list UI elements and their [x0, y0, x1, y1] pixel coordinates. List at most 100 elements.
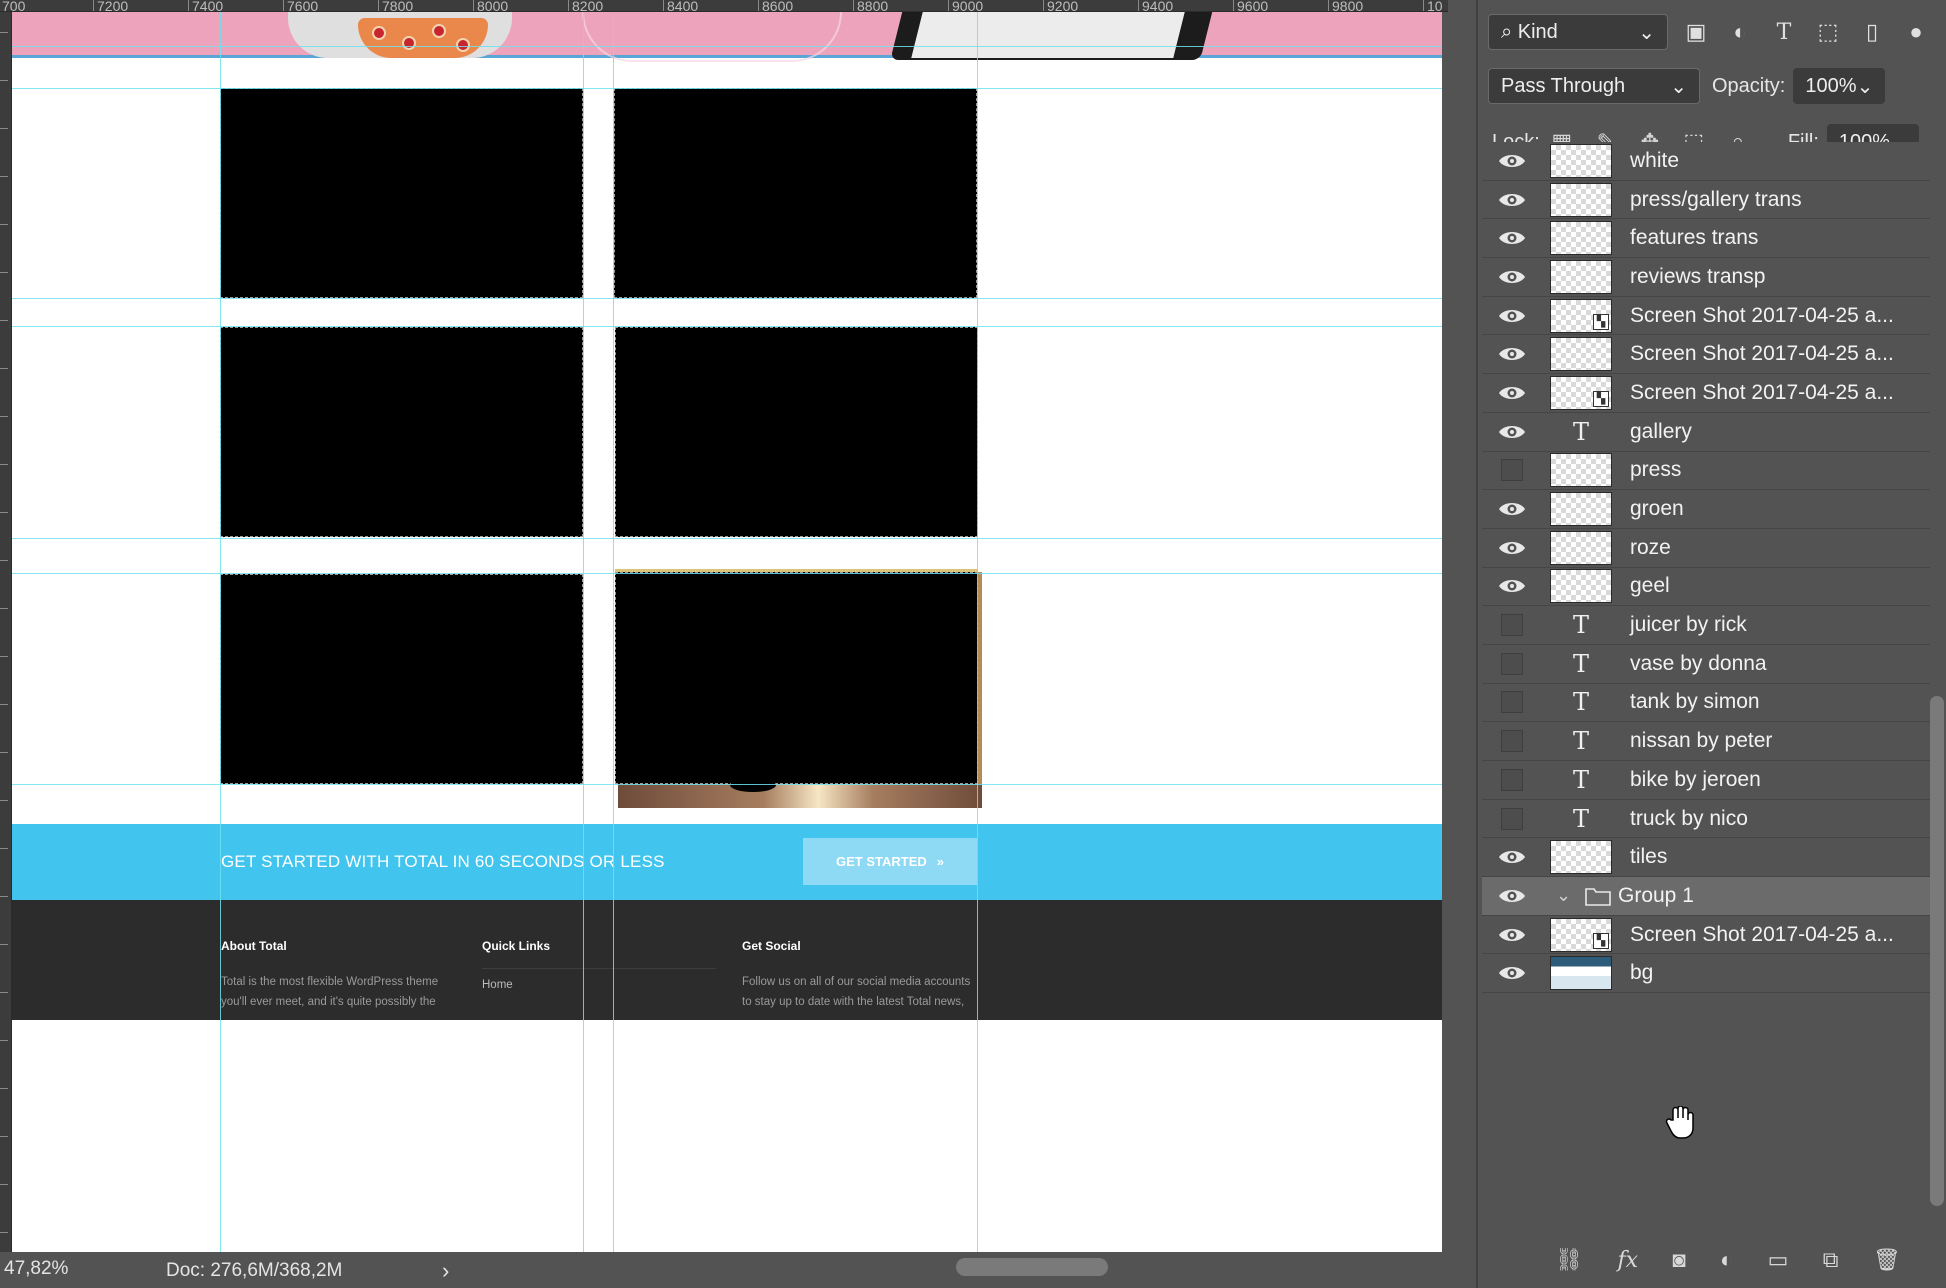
layer-name[interactable]: Screen Shot 2017-04-25 a...	[1630, 381, 1894, 405]
layer-row[interactable]: ▚ Screen Shot 2017-04-25 a...	[1482, 296, 1930, 336]
filter-toggle-icon[interactable]: ●	[1894, 14, 1938, 50]
layer-name[interactable]: vase by donna	[1630, 652, 1767, 676]
chevron-down-icon[interactable]: ⌄	[1556, 885, 1578, 906]
layer-name[interactable]: white	[1630, 149, 1679, 173]
visibility-eye-icon[interactable]	[1482, 838, 1542, 876]
visibility-toggle-off[interactable]	[1482, 722, 1542, 760]
layer-name[interactable]: roze	[1630, 536, 1671, 560]
visibility-toggle-off[interactable]	[1482, 761, 1542, 799]
layer-name[interactable]: truck by nico	[1630, 807, 1748, 831]
layer-row[interactable]: Ttruck by nico	[1482, 799, 1930, 839]
visibility-eye-icon[interactable]	[1482, 877, 1542, 915]
gallery-tile-selected[interactable]	[615, 572, 978, 784]
layer-row[interactable]: ▚ Screen Shot 2017-04-25 a...	[1482, 374, 1930, 413]
layer-name[interactable]: Screen Shot 2017-04-25 a...	[1630, 304, 1894, 328]
layer-row[interactable]: Tbike by jeroen	[1482, 761, 1930, 800]
document-canvas[interactable]: GET STARTED WITH TOTAL IN 60 SECONDS OR …	[12, 12, 1442, 1252]
layer-name[interactable]: Screen Shot 2017-04-25 a...	[1630, 342, 1894, 366]
layer-row[interactable]: Screen Shot 2017-04-25 a...	[1482, 335, 1930, 375]
visibility-toggle-off[interactable]	[1482, 645, 1542, 683]
visibility-eye-icon[interactable]	[1482, 258, 1542, 296]
layer-name[interactable]: press/gallery trans	[1630, 188, 1802, 212]
get-started-button[interactable]: GET STARTED »	[803, 838, 977, 885]
blend-mode-dropdown[interactable]: Pass Through ⌄	[1488, 68, 1700, 104]
gallery-tile[interactable]	[220, 327, 583, 537]
smart-object-filter-icon[interactable]: ▯	[1850, 14, 1894, 50]
new-group-icon[interactable]: ▭	[1768, 1247, 1789, 1273]
layer-row[interactable]: tiles	[1482, 838, 1930, 878]
canvas-area[interactable]: 700 7200 7400 7600 7800 8000 8200 8400 8600 8800 9…	[0, 0, 1448, 1288]
trash-icon[interactable]: 🗑︎	[1873, 1247, 1901, 1273]
footer-link-home[interactable]: Home	[482, 968, 716, 995]
layer-row[interactable]: Tgallery	[1482, 412, 1930, 452]
layer-name[interactable]: juicer by rick	[1630, 613, 1747, 637]
layer-row[interactable]: ▚ Screen Shot 2017-04-25 a...	[1482, 915, 1930, 955]
horizontal-scrollbar[interactable]	[956, 1258, 1108, 1276]
shape-layer-filter-icon[interactable]: ⬚	[1806, 14, 1850, 50]
visibility-eye-icon[interactable]	[1482, 490, 1542, 528]
layer-name[interactable]: bg	[1630, 961, 1653, 985]
layer-row[interactable]: Tvase by donna	[1482, 644, 1930, 684]
layer-row[interactable]: Ttank by simon	[1482, 683, 1930, 723]
visibility-eye-icon[interactable]	[1482, 374, 1542, 412]
layer-row[interactable]: bg	[1482, 954, 1930, 994]
layer-name[interactable]: groen	[1630, 497, 1684, 521]
visibility-eye-icon[interactable]	[1482, 181, 1542, 219]
layer-row[interactable]: features trans	[1482, 219, 1930, 259]
add-mask-icon[interactable]: ◙	[1672, 1247, 1685, 1273]
layer-name[interactable]: tiles	[1630, 845, 1667, 869]
adjustment-layer-filter-icon[interactable]: ◐	[1718, 14, 1762, 50]
visibility-eye-icon[interactable]	[1482, 335, 1542, 373]
layer-name[interactable]: press	[1630, 458, 1681, 482]
layer-name[interactable]: bike by jeroen	[1630, 768, 1761, 792]
visibility-toggle-off[interactable]	[1482, 800, 1542, 838]
layer-row[interactable]: reviews transp	[1482, 258, 1930, 297]
layer-name[interactable]: Group 1	[1618, 884, 1694, 908]
layer-row[interactable]: geel	[1482, 567, 1930, 607]
gallery-tile[interactable]	[220, 88, 583, 298]
visibility-eye-icon[interactable]	[1482, 954, 1542, 992]
status-menu-arrow-icon[interactable]: ›	[442, 1258, 449, 1284]
layer-name[interactable]: Screen Shot 2017-04-25 a...	[1630, 923, 1894, 947]
visibility-toggle-off[interactable]	[1482, 683, 1542, 721]
visibility-toggle-off[interactable]	[1482, 451, 1542, 489]
zoom-level[interactable]: 47,82%	[4, 1258, 68, 1280]
layer-name[interactable]: nissan by peter	[1630, 729, 1772, 753]
filter-kind-dropdown[interactable]: ⌕ Kind ⌄	[1488, 14, 1668, 50]
horizontal-ruler[interactable]: 700 7200 7400 7600 7800 8000 8200 8400 8600 8800 9…	[0, 0, 1448, 12]
pixel-layer-filter-icon[interactable]: ▣	[1674, 14, 1718, 50]
visibility-eye-icon[interactable]	[1482, 529, 1542, 567]
vertical-ruler[interactable]	[0, 12, 12, 1252]
visibility-toggle-off[interactable]	[1482, 606, 1542, 644]
layer-list[interactable]: white press/gallery trans features trans re…	[1482, 142, 1930, 994]
adjustment-layer-icon[interactable]: ◐	[1720, 1247, 1733, 1273]
visibility-eye-icon[interactable]	[1482, 916, 1542, 954]
visibility-eye-icon[interactable]	[1482, 219, 1542, 257]
layer-name[interactable]: reviews transp	[1630, 265, 1765, 289]
type-layer-filter-icon[interactable]: T	[1762, 14, 1806, 50]
layer-row[interactable]: press	[1482, 451, 1930, 491]
layer-row[interactable]: Tnissan by peter	[1482, 722, 1930, 761]
layer-group-row[interactable]: ⌄ Group 1	[1482, 877, 1930, 916]
opacity-field[interactable]: 100% ⌄	[1793, 68, 1886, 104]
gallery-tile[interactable]	[220, 574, 583, 784]
layer-row[interactable]: roze	[1482, 528, 1930, 568]
layer-name[interactable]: geel	[1630, 574, 1670, 598]
layer-row[interactable]: white	[1482, 142, 1930, 181]
link-layers-icon[interactable]: ⛓	[1555, 1247, 1583, 1273]
new-layer-icon[interactable]: ⧉	[1823, 1247, 1839, 1273]
layer-row[interactable]: press/gallery trans	[1482, 180, 1930, 220]
gallery-tile[interactable]	[614, 88, 977, 298]
gallery-tile[interactable]	[615, 327, 978, 537]
layer-row[interactable]: groen	[1482, 490, 1930, 529]
visibility-eye-icon[interactable]	[1482, 297, 1542, 335]
visibility-eye-icon[interactable]	[1482, 413, 1542, 451]
layer-row[interactable]: Tjuicer by rick	[1482, 606, 1930, 645]
layer-name[interactable]: tank by simon	[1630, 690, 1760, 714]
layers-scrollbar[interactable]	[1930, 696, 1944, 1206]
visibility-eye-icon[interactable]	[1482, 567, 1542, 605]
layer-name[interactable]: gallery	[1630, 420, 1692, 444]
visibility-eye-icon[interactable]	[1482, 142, 1542, 180]
fx-icon[interactable]: fx	[1617, 1248, 1638, 1273]
layer-name[interactable]: features trans	[1630, 226, 1758, 250]
